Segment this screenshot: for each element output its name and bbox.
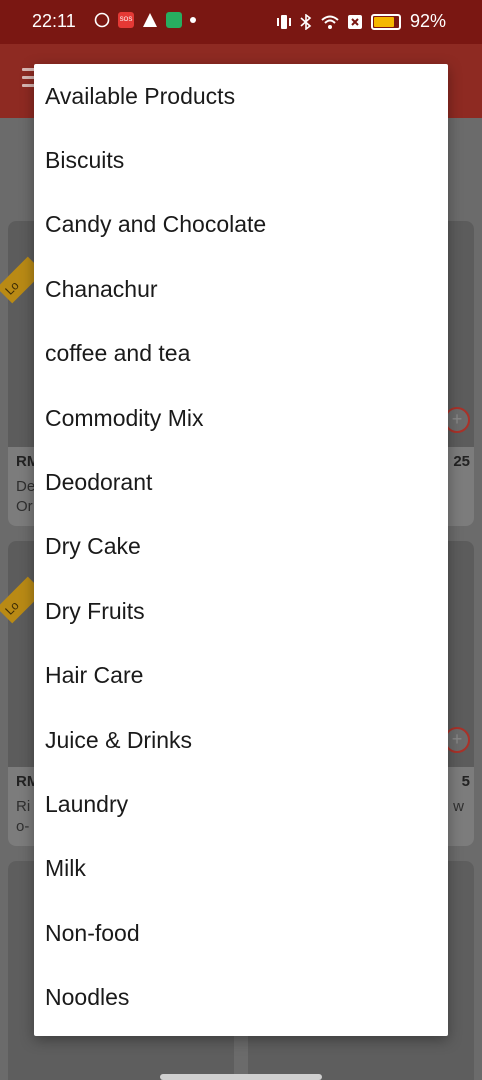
menu-item-commodity-mix[interactable]: Commodity Mix <box>34 386 448 450</box>
whatsapp-icon <box>94 12 110 28</box>
menu-item-laundry[interactable]: Laundry <box>34 772 448 836</box>
product-price: 5 <box>461 773 470 790</box>
close-box-icon <box>347 14 362 29</box>
product-desc: w <box>453 798 464 815</box>
battery-icon <box>370 13 401 30</box>
product-desc: Ri o- <box>16 798 31 835</box>
menu-item-hair-care[interactable]: Hair Care <box>34 644 448 708</box>
status-bar: 22:11 SOS 92% <box>0 0 482 44</box>
menu-item-dry-fruits[interactable]: Dry Fruits <box>34 579 448 643</box>
battery-percent: 92% <box>409 11 446 31</box>
menu-item-chanachur[interactable]: Chanachur <box>34 257 448 321</box>
menu-item-coffee-and-tea[interactable]: coffee and tea <box>34 322 448 386</box>
menu-item-biscuits[interactable]: Biscuits <box>34 128 448 192</box>
menu-item-milk[interactable]: Milk <box>34 837 448 901</box>
menu-item-candy-and-chocolate[interactable]: Candy and Chocolate <box>34 193 448 257</box>
menu-item-deodorant[interactable]: Deodorant <box>34 450 448 514</box>
system-icons: 92% <box>276 11 446 32</box>
menu-item-non-food[interactable]: Non-food <box>34 901 448 965</box>
status-time: 22:11 <box>32 11 76 31</box>
notification-icons: SOS <box>94 12 196 28</box>
dot-icon <box>190 17 196 23</box>
wifi-icon <box>321 15 339 29</box>
menu-item-noodles[interactable]: Noodles <box>34 965 448 1029</box>
sos-icon: SOS <box>118 12 134 28</box>
app-icon <box>166 12 182 28</box>
home-indicator <box>160 1074 322 1080</box>
menu-item-available-products[interactable]: Available Products <box>34 64 448 128</box>
menu-item-dry-cake[interactable]: Dry Cake <box>34 515 448 579</box>
category-dropdown-menu: Available Products Biscuits Candy and Choc… <box>34 64 448 1036</box>
vibrate-icon <box>276 14 291 29</box>
product-price: 25 <box>453 453 470 470</box>
menu-item-juice-drinks[interactable]: Juice & Drinks <box>34 708 448 772</box>
bluetooth-icon <box>300 13 312 30</box>
warning-icon <box>143 13 157 27</box>
product-desc: De Or <box>16 478 36 515</box>
